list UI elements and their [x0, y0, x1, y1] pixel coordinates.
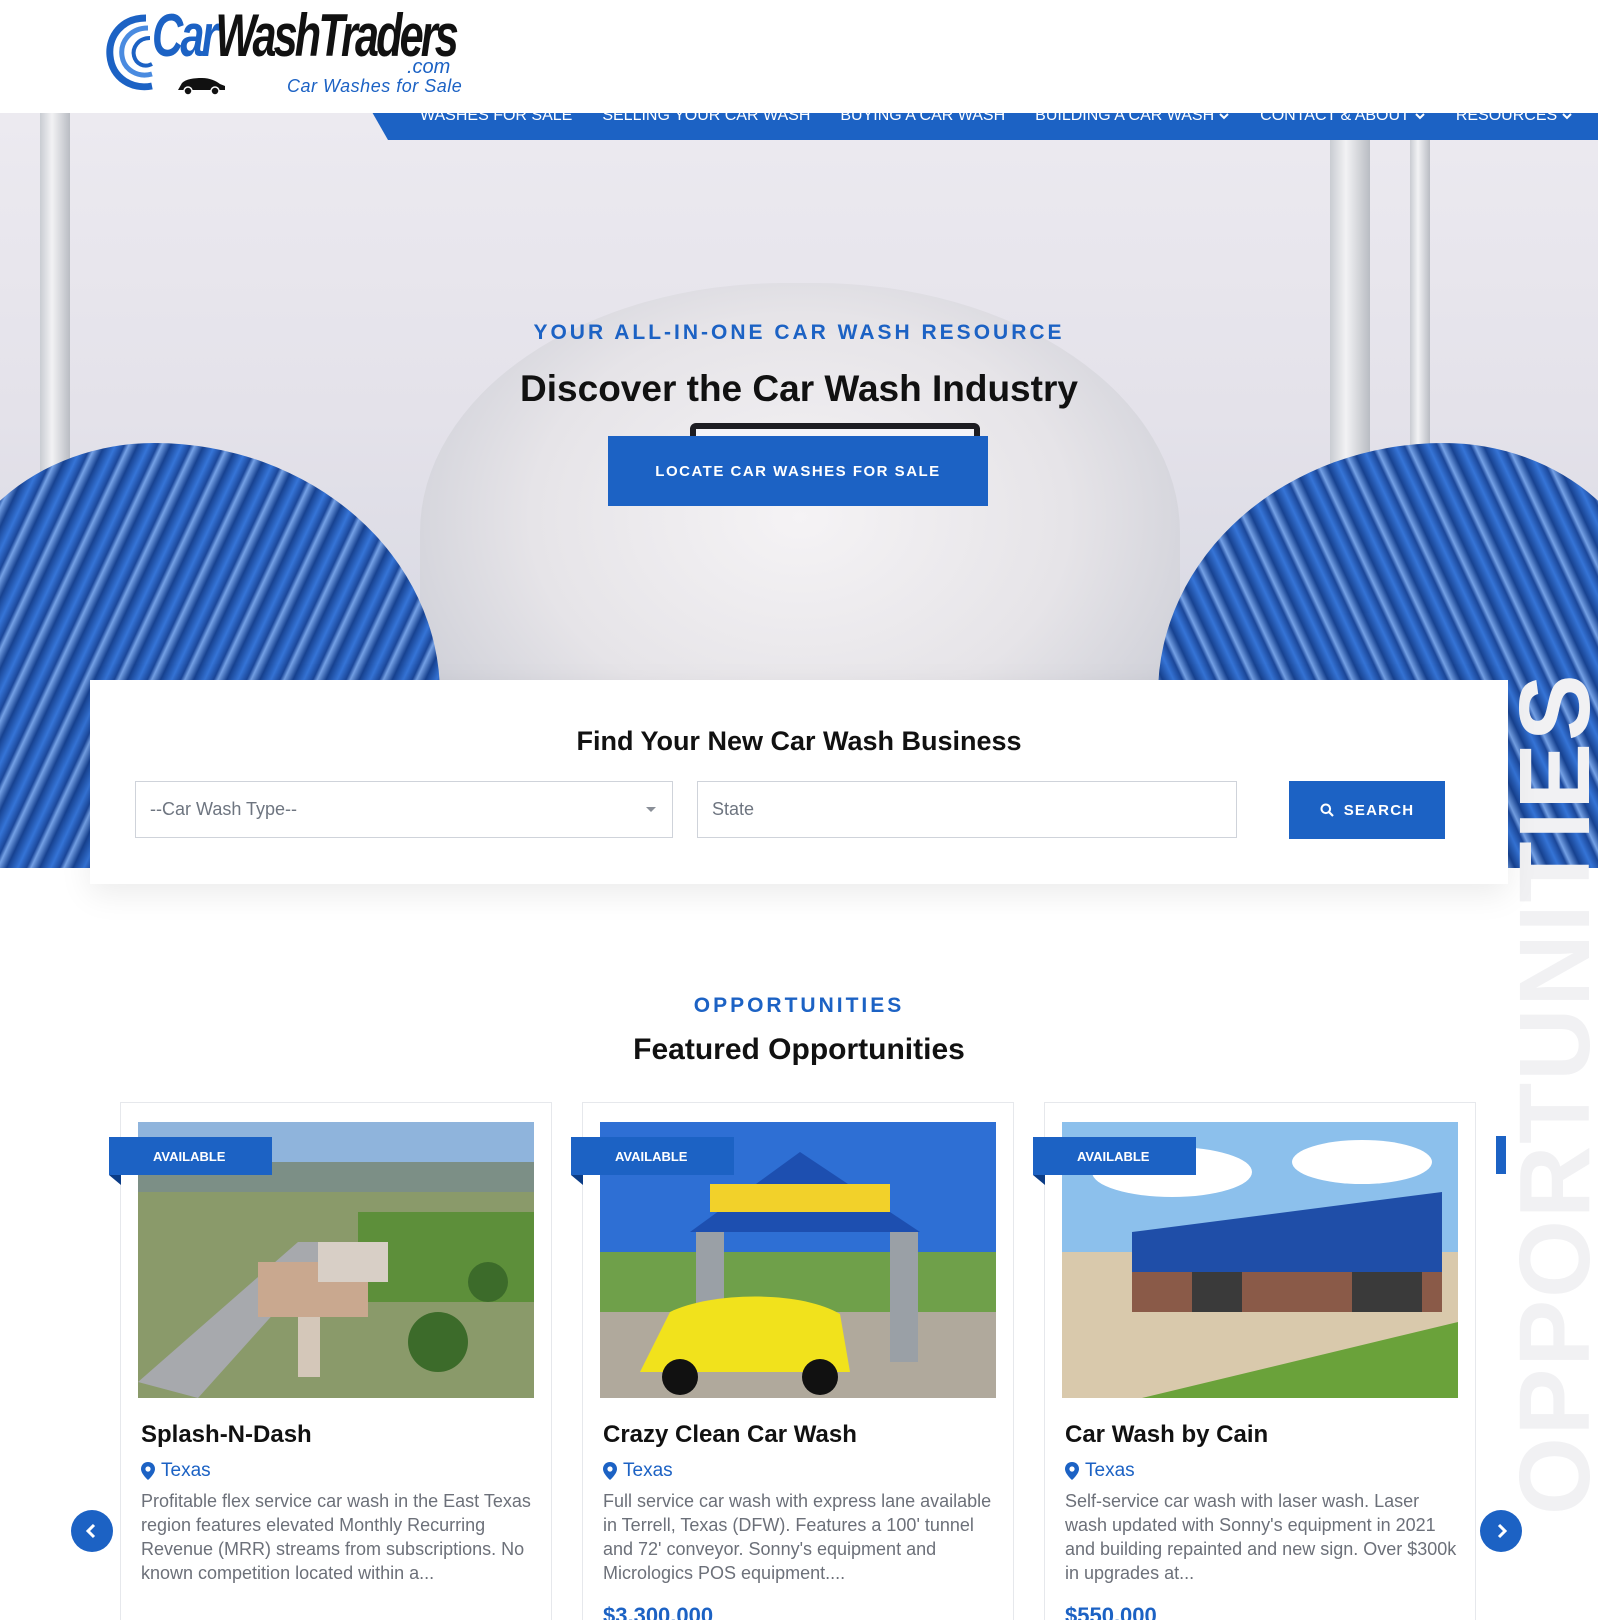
- caret-down-icon: [646, 807, 656, 812]
- search-icon: [1320, 803, 1334, 817]
- nav-item-buying[interactable]: BUYING A CAR WASH: [840, 107, 1005, 125]
- available-badge: AVAILABLE: [109, 1137, 272, 1175]
- nav-item-selling[interactable]: SELLING YOUR CAR WASH: [602, 107, 810, 125]
- listing-location: Texas: [141, 1460, 211, 1482]
- main-nav: WASHES FOR SALE SELLING YOUR CAR WASH BU…: [420, 91, 1598, 140]
- opportunities-watermark: OPPORTUNITIES: [1499, 672, 1598, 1515]
- search-title: Find Your New Car Wash Business: [576, 726, 1022, 756]
- nav-item-building[interactable]: BUILDING A CAR WASH: [1035, 107, 1230, 125]
- listing-description: Full service car wash with express lane …: [603, 1491, 992, 1583]
- listing-location: Texas: [1065, 1460, 1135, 1482]
- nav-item-resources[interactable]: RESOURCES: [1456, 107, 1573, 125]
- listing-card-car-wash-by-cain[interactable]: AVAILABLE Car Wash by Cain Texas Self-se…: [1033, 1102, 1476, 1620]
- listing-description: Profitable flex service car wash in the …: [141, 1491, 531, 1583]
- listing-name[interactable]: Car Wash by Cain: [1065, 1421, 1268, 1449]
- carousel-prev-button[interactable]: [71, 1510, 113, 1552]
- listing-location: Texas: [603, 1460, 673, 1482]
- available-badge: AVAILABLE: [571, 1137, 734, 1175]
- listing-name[interactable]: Splash-N-Dash: [141, 1421, 312, 1449]
- available-badge: AVAILABLE: [1033, 1137, 1196, 1175]
- chevron-left-icon: [85, 1523, 96, 1539]
- locate-car-washes-button[interactable]: LOCATE CAR WASHES FOR SALE: [608, 436, 988, 506]
- listing-name[interactable]: Crazy Clean Car Wash: [603, 1421, 857, 1449]
- listing-price: $3,300,000: [603, 1603, 714, 1620]
- site-logo[interactable]: CarWashTraders .com Car Washes for Sale: [104, 6, 464, 96]
- carousel-next-button[interactable]: [1480, 1510, 1522, 1552]
- nav-item-washes-for-sale[interactable]: WASHES FOR SALE: [420, 107, 572, 125]
- opportunities-title: Featured Opportunities: [633, 1033, 965, 1066]
- state-input[interactable]: State: [697, 781, 1237, 838]
- map-pin-icon: [603, 1462, 617, 1480]
- listing-price: $550,000: [1065, 1603, 1157, 1620]
- map-pin-icon: [1065, 1462, 1079, 1480]
- search-button[interactable]: SEARCH: [1289, 781, 1445, 839]
- listing-card-crazy-clean[interactable]: AVAILABLE Crazy Clean Car Wash Texas Ful…: [571, 1102, 1014, 1620]
- hero-title: Discover the Car Wash Industry: [520, 368, 1078, 409]
- nav-item-contact-about[interactable]: CONTACT & ABOUT: [1260, 107, 1426, 125]
- listing-description: Self-service car wash with laser wash. L…: [1065, 1491, 1457, 1583]
- listing-card-splash-n-dash[interactable]: AVAILABLE Splash-N-Dash Texas Profitable…: [109, 1102, 552, 1620]
- car-icon: [178, 78, 225, 96]
- car-wash-type-select[interactable]: --Car Wash Type--: [135, 781, 673, 838]
- map-pin-icon: [141, 1462, 155, 1480]
- chevron-right-icon: [1497, 1523, 1508, 1539]
- search-card: Find Your New Car Wash Business --Car Wa…: [90, 680, 1508, 884]
- hero-eyebrow: YOUR ALL-IN-ONE CAR WASH RESOURCE: [533, 321, 1065, 344]
- opportunities-eyebrow: OPPORTUNITIES: [693, 994, 905, 1017]
- chevron-down-icon: [1415, 112, 1425, 119]
- chevron-down-icon: [1219, 112, 1229, 119]
- next-card-peek: [1496, 1136, 1506, 1174]
- chevron-down-icon: [1562, 112, 1572, 119]
